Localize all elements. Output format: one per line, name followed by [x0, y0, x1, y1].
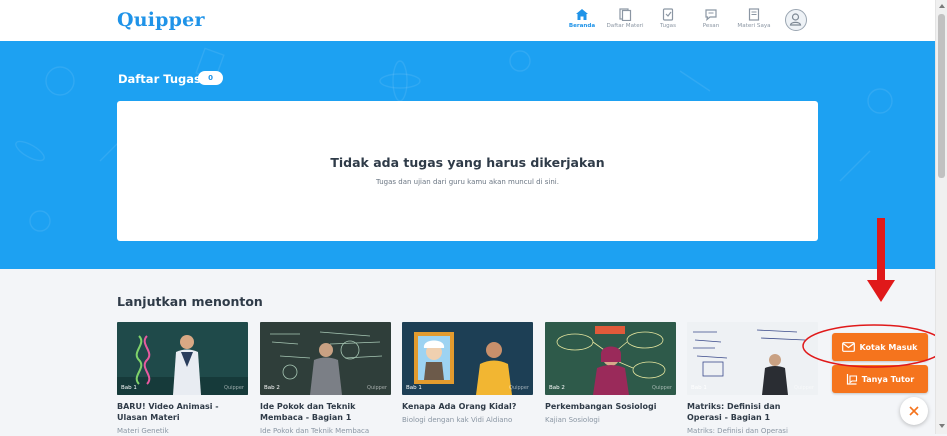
- video-watermark: Quipper: [367, 385, 387, 391]
- video-title[interactable]: Ide Pokok dan Teknik Membaca - Bagian 1: [260, 401, 391, 423]
- video-thumbnail[interactable]: Bab 1 Quipper: [117, 322, 248, 395]
- video-thumbnail[interactable]: Bab 1 Quipper: [687, 322, 818, 395]
- empty-tasks-title: Tidak ada tugas yang harus dikerjakan: [330, 155, 605, 170]
- close-icon: [909, 406, 919, 416]
- video-card[interactable]: Bab 2 Quipper Ide Pokok dan Teknik Memba…: [260, 322, 391, 436]
- nav-tugas[interactable]: Tugas: [645, 8, 691, 29]
- materials-list-icon: [619, 8, 632, 21]
- video-watermark: Quipper: [509, 385, 529, 391]
- video-subtitle: Kajian Sosiologi: [545, 416, 600, 424]
- video-subtitle: Matriks: Definisi dan Operasi: [687, 427, 788, 435]
- chapter-label: Bab 2: [264, 385, 280, 391]
- user-avatar[interactable]: [785, 9, 807, 31]
- scroll-up-icon[interactable]: [939, 4, 945, 8]
- tasks-title: Daftar Tugas: [118, 72, 201, 86]
- chapter-label: Bab 1: [121, 385, 137, 391]
- nav-label: Tugas: [659, 23, 676, 29]
- video-subtitle: Ide Pokok dan Teknik Membaca: [260, 427, 370, 435]
- top-header: Quipper Beranda Daftar Materi Tugas Pesa…: [0, 0, 935, 42]
- user-avatar-icon: [789, 13, 802, 26]
- video-subtitle: Materi Genetik: [117, 427, 169, 435]
- annotation-circle: [802, 324, 946, 368]
- close-fab-button[interactable]: [900, 397, 928, 425]
- continue-watching-title: Lanjutkan menonton: [117, 294, 263, 309]
- video-thumbnail[interactable]: Bab 2 Quipper: [545, 322, 676, 395]
- scroll-down-icon[interactable]: [939, 424, 945, 428]
- nav-daftar-materi[interactable]: Daftar Materi: [602, 8, 648, 29]
- message-icon: [705, 9, 717, 21]
- nav-label: Pesan: [702, 23, 720, 29]
- video-card[interactable]: Bab 1 Quipper BARU! Video Animasi - Ulas…: [117, 322, 248, 436]
- empty-tasks-card: Tidak ada tugas yang harus dikerjakan Tu…: [117, 101, 818, 241]
- video-title[interactable]: Perkembangan Sosiologi: [545, 401, 676, 412]
- video-thumbnail[interactable]: Bab 1 Quipper: [402, 322, 533, 395]
- video-subtitle: Biologi dengan kak Vidi Aldiano: [402, 416, 513, 424]
- chapter-label: Bab 1: [691, 385, 707, 391]
- video-title[interactable]: Kenapa Ada Orang Kidal?: [402, 401, 533, 412]
- nav-label: Beranda: [568, 23, 596, 29]
- chapter-label: Bab 2: [549, 385, 565, 391]
- video-card[interactable]: Bab 1 Quipper Matriks: Definisi dan Oper…: [687, 322, 818, 436]
- nav-label: Materi Saya: [737, 23, 771, 29]
- video-thumbnail[interactable]: Bab 2 Quipper: [260, 322, 391, 395]
- scroll-thumb[interactable]: [938, 14, 945, 178]
- chapter-label: Bab 1: [406, 385, 422, 391]
- page-scrollbar[interactable]: [935, 0, 947, 434]
- video-title[interactable]: BARU! Video Animasi - Ulasan Materi: [117, 401, 248, 423]
- video-card[interactable]: Bab 1 Quipper Kenapa Ada Orang Kidal? Bi…: [402, 322, 533, 425]
- nav-materi-saya[interactable]: Materi Saya: [731, 8, 777, 29]
- nav-label: Daftar Materi: [606, 23, 644, 29]
- my-materials-icon: [748, 8, 760, 21]
- video-watermark: Quipper: [224, 385, 244, 391]
- chat-question-icon: [846, 373, 858, 385]
- nav-pesan[interactable]: Pesan: [688, 8, 734, 29]
- quipper-logo[interactable]: Quipper: [117, 9, 205, 31]
- video-card[interactable]: Bab 2 Quipper Perkembangan Sosiologi Kaj…: [545, 322, 676, 425]
- assignment-icon: [662, 8, 674, 21]
- video-watermark: Quipper: [794, 385, 814, 391]
- video-watermark: Quipper: [652, 385, 672, 391]
- annotation-arrow: [867, 218, 895, 302]
- ask-tutor-label: Tanya Tutor: [861, 374, 915, 384]
- tasks-count-badge: 0: [198, 71, 223, 85]
- tasks-section: Daftar Tugas 0 Tidak ada tugas yang haru…: [0, 41, 935, 269]
- home-icon: [576, 9, 588, 20]
- empty-tasks-subtitle: Tugas dan ujian dari guru kamu akan munc…: [376, 178, 559, 186]
- nav-beranda[interactable]: Beranda: [559, 8, 605, 29]
- video-title[interactable]: Matriks: Definisi dan Operasi - Bagian 1: [687, 401, 818, 423]
